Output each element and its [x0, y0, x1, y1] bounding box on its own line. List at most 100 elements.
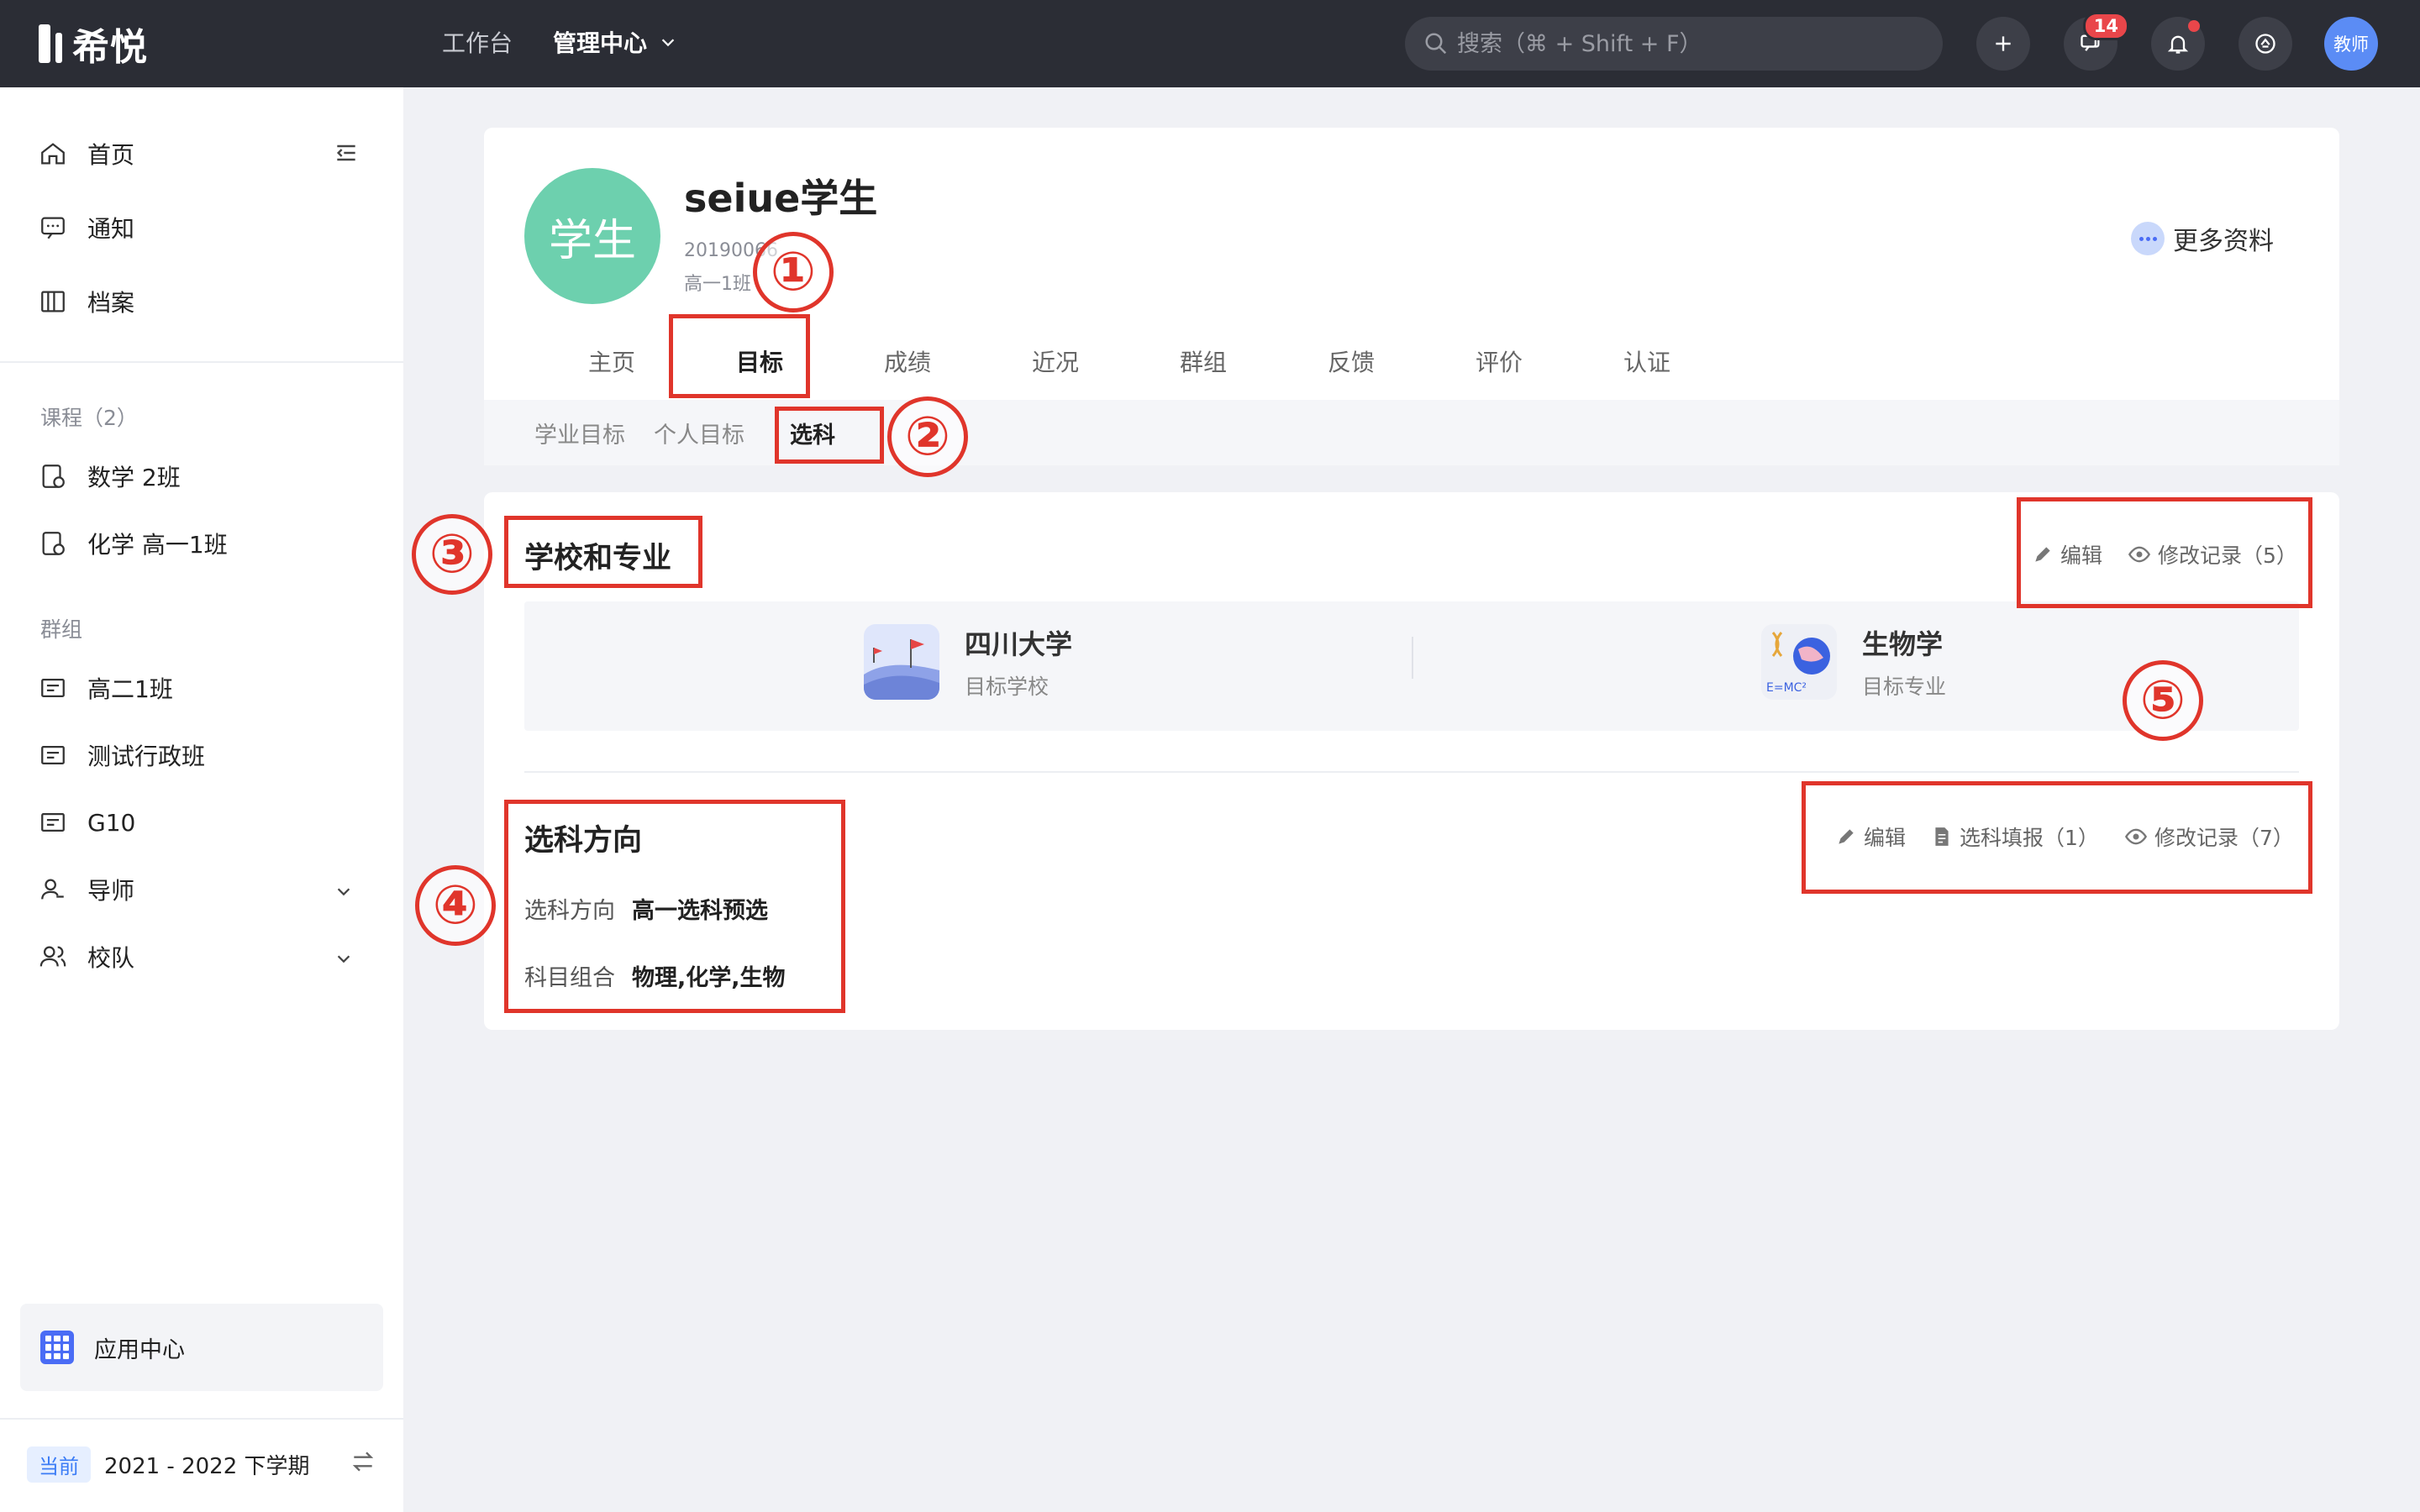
app-grid-icon — [40, 1331, 74, 1364]
sidebar-item-label: 测试行政班 — [87, 743, 206, 770]
switch-role-button[interactable] — [2238, 17, 2292, 71]
archive-icon — [41, 291, 65, 312]
section-divider — [524, 771, 2299, 773]
course-icon — [42, 465, 65, 488]
annotation-box-5b — [1802, 781, 2312, 894]
search-input[interactable] — [1457, 30, 1911, 57]
groups-group-header: 群组 — [40, 617, 83, 642]
sidebar-item-group-test[interactable]: 测试行政班 — [39, 734, 205, 776]
courses-group-header: 课程（2） — [40, 406, 138, 430]
logo-mark-icon — [39, 24, 62, 63]
user-avatar[interactable]: 教师 — [2324, 17, 2378, 71]
switch-term-icon[interactable] — [350, 1448, 376, 1475]
sidebar-item-team[interactable]: 校队 — [39, 936, 134, 978]
app-center-button[interactable]: 应用中心 — [20, 1304, 383, 1391]
annotation-box-5a — [2017, 497, 2312, 608]
target-major: E=MC² 生物学 目标专业 — [1761, 623, 1946, 701]
svg-text:E=MC²: E=MC² — [1766, 681, 1807, 695]
sidebar-item-archive[interactable]: 档案 — [39, 281, 134, 323]
mentor-icon — [41, 879, 64, 900]
collapse-sidebar-icon[interactable] — [333, 139, 360, 166]
group-class-icon — [41, 812, 65, 832]
top-nav: 工作台 管理中心 — [442, 25, 677, 59]
tab-feedback[interactable]: 反馈 — [1277, 344, 1425, 386]
vertical-divider — [1412, 637, 1413, 679]
school-label: 目标学校 — [965, 675, 1050, 699]
more-info-label: 更多资料 — [2173, 227, 2274, 256]
annotation-number-5: ⑤ — [2123, 660, 2203, 741]
biology-icon: E=MC² — [1761, 624, 1837, 700]
swap-circle-icon — [2255, 34, 2275, 54]
chevron-down-icon — [661, 39, 675, 47]
message-icon — [41, 217, 65, 239]
sidebar-divider — [0, 1418, 403, 1420]
current-term-badge: 当前 — [27, 1446, 91, 1483]
sidebar-item-notice[interactable]: 通知 — [39, 207, 134, 249]
nav-admin-label: 管理中心 — [553, 29, 648, 57]
team-icon — [39, 946, 66, 967]
major-label: 目标专业 — [1862, 675, 1947, 699]
school-flag-icon — [864, 624, 939, 700]
notification-dot — [2188, 20, 2200, 32]
top-bar: 希悦 工作台 管理中心 14 教师 — [0, 0, 2420, 87]
sidebar-item-mentor[interactable]: 导师 — [39, 869, 134, 911]
student-class: 高一1班 — [684, 274, 751, 295]
sidebar-item-label: 档案 — [87, 289, 135, 317]
nav-admin-center[interactable]: 管理中心 — [553, 25, 677, 59]
subtab-personal-goals[interactable]: 个人目标 — [654, 417, 744, 449]
sidebar-item-label: 高二1班 — [87, 675, 173, 703]
sidebar-item-label: 化学 高一1班 — [87, 531, 228, 559]
more-info-button[interactable]: 更多资料 — [2131, 220, 2274, 257]
app-center-label: 应用中心 — [94, 1336, 185, 1363]
sidebar-item-home[interactable]: 首页 — [39, 133, 134, 175]
more-dots-icon — [2131, 222, 2165, 255]
sidebar-item-label: G10 — [87, 808, 136, 837]
sidebar-item-course-chemistry[interactable]: 化学 高一1班 — [39, 522, 228, 564]
subtab-academic-goals[interactable]: 学业目标 — [534, 417, 625, 449]
plus-icon — [1996, 36, 2011, 51]
search-icon — [1425, 33, 1447, 55]
messages-button[interactable]: 14 — [2064, 12, 2129, 71]
home-icon — [41, 143, 65, 165]
annotation-number-2: ② — [887, 396, 968, 477]
tab-evaluation[interactable]: 评价 — [1425, 344, 1573, 386]
chevron-down-icon[interactable] — [334, 949, 353, 968]
add-button[interactable] — [1976, 17, 2030, 71]
message-count-badge: 14 — [2082, 12, 2129, 40]
tab-certification[interactable]: 认证 — [1573, 344, 1721, 386]
annotation-box-1 — [669, 314, 810, 398]
tab-groups[interactable]: 群组 — [1129, 344, 1277, 386]
tab-grades[interactable]: 成绩 — [834, 344, 981, 386]
logo-text: 希悦 — [72, 26, 148, 69]
annotation-number-4: ④ — [415, 865, 496, 946]
annotation-box-2 — [775, 407, 884, 464]
current-term-label: 2021 - 2022 下学期 — [104, 1454, 310, 1479]
nav-workbench[interactable]: 工作台 — [442, 25, 513, 59]
chevron-down-icon[interactable] — [334, 882, 353, 900]
notifications-button[interactable] — [2151, 17, 2205, 71]
student-avatar: 学生 — [524, 168, 660, 304]
app-logo[interactable]: 希悦 — [39, 22, 148, 69]
sidebar-item-group-g10[interactable]: G10 — [39, 801, 135, 843]
sidebar-item-label: 校队 — [87, 944, 135, 972]
major-name: 生物学 — [1862, 628, 1944, 660]
student-name: seiue学生 — [684, 176, 878, 221]
target-school: 四川大学 目标学校 — [864, 623, 1072, 701]
annotation-box-3 — [504, 516, 702, 588]
sidebar-item-label: 首页 — [87, 141, 135, 169]
sidebar-item-label: 导师 — [87, 877, 135, 905]
sidebar-item-label: 数学 2班 — [87, 464, 181, 491]
sidebar-item-course-math[interactable]: 数学 2班 — [39, 455, 181, 497]
global-search[interactable] — [1405, 17, 1943, 71]
group-class-icon — [41, 745, 65, 765]
group-class-icon — [41, 678, 65, 698]
sidebar-divider — [0, 361, 403, 363]
annotation-box-4 — [504, 800, 845, 1013]
sidebar-item-group-grade2[interactable]: 高二1班 — [39, 667, 173, 709]
sidebar-item-label: 通知 — [87, 215, 135, 243]
course-icon — [42, 532, 65, 555]
tab-home[interactable]: 主页 — [538, 344, 686, 386]
annotation-number-1: ① — [753, 232, 834, 312]
tab-recent[interactable]: 近况 — [981, 344, 1129, 386]
current-term: 当前 2021 - 2022 下学期 — [27, 1446, 380, 1483]
